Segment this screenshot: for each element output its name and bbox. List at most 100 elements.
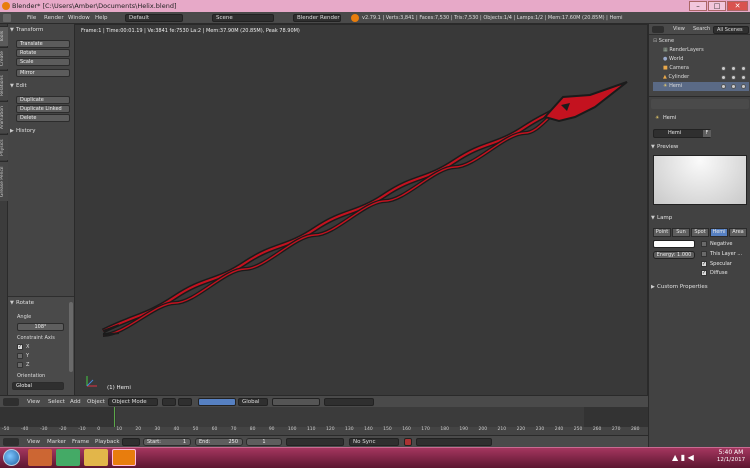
editor-type-icon[interactable] — [3, 14, 11, 22]
tray-icons[interactable]: ▲ ▮ ◀ — [672, 453, 694, 462]
lamp-type-spot[interactable]: Spot — [691, 228, 709, 237]
menu-window[interactable]: Window — [68, 12, 90, 24]
mode-selector[interactable]: Object Mode — [108, 398, 158, 406]
menu-help[interactable]: Help — [95, 12, 108, 24]
renderable-camera-icon[interactable] — [741, 84, 746, 89]
selectable-arrow-icon[interactable] — [731, 75, 736, 80]
lamp-color-swatch[interactable] — [653, 240, 695, 248]
selectable-arrow-icon[interactable] — [731, 66, 736, 71]
maximize-button[interactable]: □ — [708, 1, 726, 11]
taskbar-time[interactable]: 5:40 AM — [716, 449, 746, 456]
render-engine-selector[interactable]: Blender Render — [293, 14, 341, 22]
helix-spear-model[interactable] — [75, 25, 649, 397]
tab-grease-pencil[interactable]: Grease Pencil — [0, 161, 8, 201]
taskbar-app-icon[interactable] — [28, 449, 52, 466]
axis-y-checkbox[interactable] — [17, 353, 23, 359]
shading-selector[interactable] — [162, 398, 176, 406]
tab-tools[interactable]: Tools — [0, 26, 8, 46]
angle-field[interactable]: 108° — [17, 323, 64, 331]
axis-x-checkbox[interactable]: ✓ — [17, 344, 23, 350]
rotate-operator-header[interactable]: ▼ Rotate — [8, 299, 74, 308]
preview-range-toggle[interactable] — [122, 438, 140, 446]
manipulator-toggles[interactable] — [198, 398, 236, 406]
lamp-type-point[interactable]: Point — [653, 228, 671, 237]
properties-context-tabs[interactable] — [651, 99, 749, 109]
renderable-camera-icon[interactable] — [741, 66, 746, 71]
3d-viewport[interactable]: Frame:1 | Time:00:01.19 | Ve:3841 fe:753… — [74, 24, 648, 396]
outliner-tab-search[interactable]: Search — [693, 24, 710, 35]
transform-panel-title: Transform — [16, 27, 44, 33]
selectable-arrow-icon[interactable] — [731, 84, 736, 89]
history-panel-header[interactable]: ▶ History — [8, 127, 74, 136]
lamp-type-area[interactable]: Area — [729, 228, 747, 237]
renderable-camera-icon[interactable] — [741, 75, 746, 80]
edit-panel-header[interactable]: ▼ Edit — [8, 82, 74, 91]
orientation-dropdown[interactable]: Global — [238, 398, 268, 406]
visibility-eye-icon[interactable] — [721, 84, 726, 89]
timeline-editor-icon[interactable] — [3, 438, 19, 446]
negative-checkbox[interactable] — [701, 241, 707, 247]
translate-button[interactable]: Translate — [16, 40, 70, 48]
transform-panel-header[interactable]: ▼ Transform — [8, 26, 74, 35]
lamp-type-hemi[interactable]: Hemi — [710, 228, 728, 237]
tab-physics[interactable]: Physics — [0, 134, 8, 160]
lamp-panel-header[interactable]: ▼ Lamp — [649, 214, 750, 223]
preview-panel-header[interactable]: ▼ Preview — [649, 143, 750, 152]
current-frame-cursor[interactable] — [114, 407, 116, 427]
outliner-item-scene[interactable]: ⊟ Scene — [653, 37, 674, 46]
start-frame-field[interactable]: Start: 1 — [143, 438, 191, 446]
snap-tools[interactable] — [324, 398, 374, 406]
screen-layout-selector[interactable]: Default — [125, 14, 183, 22]
outliner-item-cylinder[interactable]: ▲ Cylinder — [663, 73, 689, 82]
outliner-display-mode[interactable]: All Scenes — [713, 26, 749, 34]
operator-panel-scrollbar[interactable] — [69, 302, 73, 372]
duplicate-button[interactable]: Duplicate — [16, 96, 70, 104]
scale-button[interactable]: Scale — [16, 58, 70, 66]
visibility-eye-icon[interactable] — [721, 75, 726, 80]
delete-button[interactable]: Delete — [16, 114, 70, 122]
playback-controls[interactable] — [286, 438, 344, 446]
fake-user-button[interactable]: F — [703, 130, 711, 137]
timeline-ruler-label: 210 — [497, 427, 507, 432]
custom-properties-panel-header[interactable]: ▶ Custom Properties — [649, 283, 750, 292]
3d-view-editor-icon[interactable] — [3, 398, 19, 406]
scene-selector[interactable]: Scene — [212, 14, 274, 22]
keying-set-selector[interactable] — [416, 438, 492, 446]
outliner-editor-icon[interactable] — [652, 26, 664, 33]
end-frame-field[interactable]: End: 250 — [195, 438, 243, 446]
rotate-button[interactable]: Rotate — [16, 49, 70, 57]
outliner-item-renderlayers[interactable]: ▦ RenderLayers — [663, 46, 704, 55]
this-layer-checkbox[interactable] — [701, 251, 707, 257]
menu-file[interactable]: File — [27, 12, 36, 24]
diffuse-checkbox[interactable]: ✓ — [701, 270, 707, 276]
orientation-selector[interactable]: Global — [12, 382, 64, 390]
expand-arrow-icon: ▼ — [10, 83, 14, 89]
taskbar-blender-icon[interactable] — [112, 449, 136, 466]
visibility-eye-icon[interactable] — [721, 66, 726, 71]
start-button-icon[interactable] — [3, 449, 20, 466]
minimize-button[interactable]: – — [689, 1, 707, 11]
taskbar-folder-icon[interactable] — [84, 449, 108, 466]
layer-buttons[interactable] — [272, 398, 320, 406]
duplicate-linked-button[interactable]: Duplicate Linked — [16, 105, 70, 113]
tab-create[interactable]: Create — [0, 47, 8, 69]
mirror-button[interactable]: Mirror — [16, 69, 70, 77]
outliner-item-world[interactable]: ● World — [663, 55, 683, 64]
record-button[interactable] — [404, 438, 412, 446]
current-frame-field[interactable]: 1 — [246, 438, 282, 446]
lamp-type-sun[interactable]: Sun — [672, 228, 690, 237]
menu-render[interactable]: Render — [44, 12, 64, 24]
outliner-tab-view[interactable]: View — [673, 24, 685, 35]
close-button[interactable]: ✕ — [727, 1, 748, 11]
sync-selector[interactable]: No Sync — [349, 438, 399, 446]
taskbar-app-icon[interactable] — [56, 449, 80, 466]
taskbar-date[interactable]: 12/1/2017 — [714, 457, 748, 463]
tab-relations[interactable]: Relations — [0, 70, 8, 100]
energy-field[interactable]: Energy: 1.000 — [653, 251, 695, 259]
timeline-area[interactable]: -50 -40 -30 -20 -10 0 10 20 30 40 50 60 70 80 90 100 110… — [0, 407, 648, 435]
pivot-selector[interactable] — [178, 398, 192, 406]
tab-animation[interactable]: Animation — [0, 101, 8, 133]
specular-checkbox[interactable]: ✓ — [701, 261, 707, 267]
axis-z-checkbox[interactable] — [17, 362, 23, 368]
outliner-item-camera[interactable]: ■ Camera — [663, 64, 689, 73]
